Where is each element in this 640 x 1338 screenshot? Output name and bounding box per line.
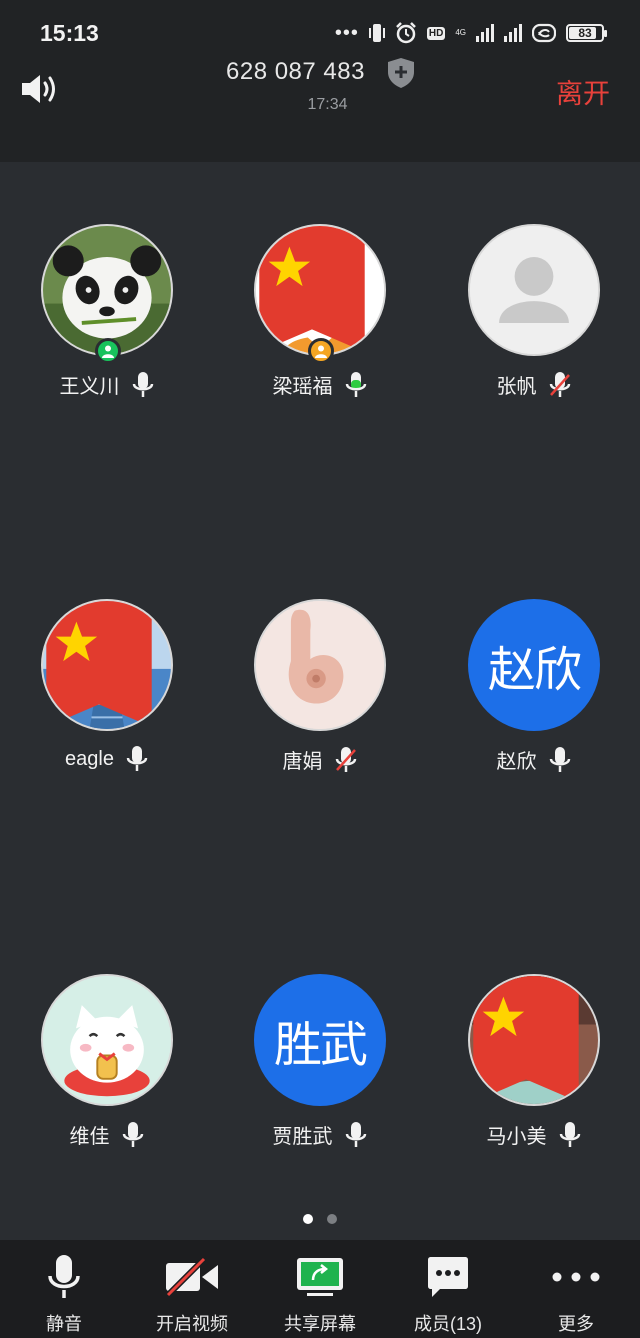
participant-tile[interactable]: 胜武 贾胜武 [213, 912, 426, 1148]
participant-name: 唐娟 [282, 751, 323, 773]
participant-name-row: 梁瑶福 [213, 370, 426, 399]
mute-button[interactable]: 静音 [0, 1240, 128, 1338]
page-indicator[interactable] [0, 1214, 640, 1224]
share-screen-button[interactable]: 共享屏幕 [256, 1240, 384, 1338]
participant-avatar-panda [41, 224, 173, 356]
participant-name: 王义川 [59, 376, 120, 398]
page-dot[interactable] [327, 1214, 337, 1224]
vibrate-icon [368, 24, 385, 42]
participant-name: eagle [65, 747, 114, 770]
participant-tile[interactable]: 王义川 [0, 162, 213, 398]
participant-avatar-default [468, 224, 600, 356]
participant-name-row: 王义川 [0, 370, 213, 399]
mic-on-icon [559, 1121, 580, 1147]
hd-icon: HD [426, 26, 446, 40]
participant-tile[interactable]: 维佳 [0, 912, 213, 1148]
participant-name-row: 维佳 [0, 1120, 213, 1149]
video-off-icon [165, 1257, 218, 1297]
members-button[interactable]: 成员(13) [384, 1240, 512, 1338]
page-dot-active[interactable] [303, 1214, 313, 1224]
mic-muted-icon [549, 371, 570, 397]
participant-tile[interactable]: 马小美 [427, 912, 640, 1148]
mic-muted-icon [335, 746, 356, 772]
participant-avatar-baby [468, 974, 600, 1106]
participant-avatar-text: 胜武 [254, 974, 386, 1106]
participant-name: 赵欣 [496, 751, 537, 773]
share-screen-label: 共享屏幕 [284, 1314, 356, 1334]
bottom-toolbar: 静音 开启视频 共享屏幕 成员(13) 更多 [0, 1240, 640, 1338]
participant-name: 维佳 [69, 1126, 110, 1148]
microphone-icon [48, 1255, 80, 1298]
participant-name-row: 赵欣 [427, 745, 640, 774]
more-label: 更多 [558, 1314, 594, 1334]
mic-speaking-icon [345, 371, 366, 397]
nfc-icon [532, 23, 556, 43]
host-badge-icon [95, 338, 121, 364]
participant-tile[interactable]: eagle [0, 537, 213, 771]
participant-avatar-cartoon [254, 224, 386, 356]
more-dots-icon [552, 1272, 600, 1282]
clock: 15:13 [40, 20, 99, 46]
start-video-button[interactable]: 开启视频 [128, 1240, 256, 1338]
participant-name: 梁瑶福 [272, 376, 333, 398]
mic-on-icon [126, 746, 148, 771]
signal-icon [476, 24, 494, 42]
security-shield-icon[interactable] [386, 57, 416, 89]
leave-button[interactable]: 离开 [556, 72, 610, 111]
meeting-header: 628 087 483 17:34 离开 [0, 58, 640, 162]
start-video-label: 开启视频 [156, 1314, 228, 1334]
participant-grid: 王义川 梁瑶福 张帆 eagle 唐娟 赵欣 赵欣 维佳 胜武 贾胜武 马小美 [0, 162, 640, 1192]
mic-on-icon [549, 746, 570, 772]
participant-avatar-hand [254, 599, 386, 731]
meeting-duration: 17:34 [307, 96, 348, 113]
china-flag-icon [46, 601, 152, 727]
meeting-id[interactable]: 628 087 483 [226, 58, 365, 86]
participant-name: 贾胜武 [272, 1126, 333, 1148]
participant-name-row: 张帆 [427, 370, 640, 399]
mic-on-icon [132, 371, 153, 397]
participant-tile[interactable]: 张帆 [427, 162, 640, 398]
mic-on-icon [345, 1121, 366, 1147]
status-bar: 15:13 ••• HD 4G 83 [0, 0, 640, 62]
china-flag-icon [473, 976, 579, 1102]
participant-tile[interactable]: 赵欣 赵欣 [427, 537, 640, 773]
members-label: 成员(13) [413, 1314, 482, 1334]
participant-avatar-text: 赵欣 [468, 599, 600, 731]
alarm-icon [395, 22, 416, 44]
more-button[interactable]: 更多 [512, 1240, 640, 1338]
china-flag-icon [259, 226, 365, 352]
chat-bubble-icon [428, 1257, 468, 1297]
status-icons: ••• HD 4G 83 [334, 22, 607, 44]
battery-icon: 83 [566, 24, 607, 42]
battery-level: 83 [578, 26, 592, 40]
participant-name-row: 贾胜武 [213, 1120, 426, 1149]
participant-tile[interactable]: 梁瑶福 [213, 162, 426, 398]
participant-tile[interactable]: 唐娟 [213, 537, 426, 773]
participant-avatar-cat [41, 974, 173, 1106]
share-screen-icon [297, 1258, 343, 1296]
participant-name-row: 唐娟 [213, 745, 426, 774]
cohost-badge-icon [308, 338, 334, 364]
participant-name-row: eagle [0, 745, 213, 773]
mic-on-icon [122, 1121, 143, 1147]
more-notifications-icon: ••• [334, 22, 359, 44]
network-type: 4G [455, 28, 466, 37]
participant-name-row: 马小美 [427, 1120, 640, 1149]
participant-avatar-blue-house [41, 599, 173, 731]
participant-name: 马小美 [486, 1126, 547, 1148]
participant-name: 张帆 [496, 376, 537, 398]
mute-label: 静音 [46, 1314, 82, 1334]
signal-2-icon [504, 24, 522, 42]
